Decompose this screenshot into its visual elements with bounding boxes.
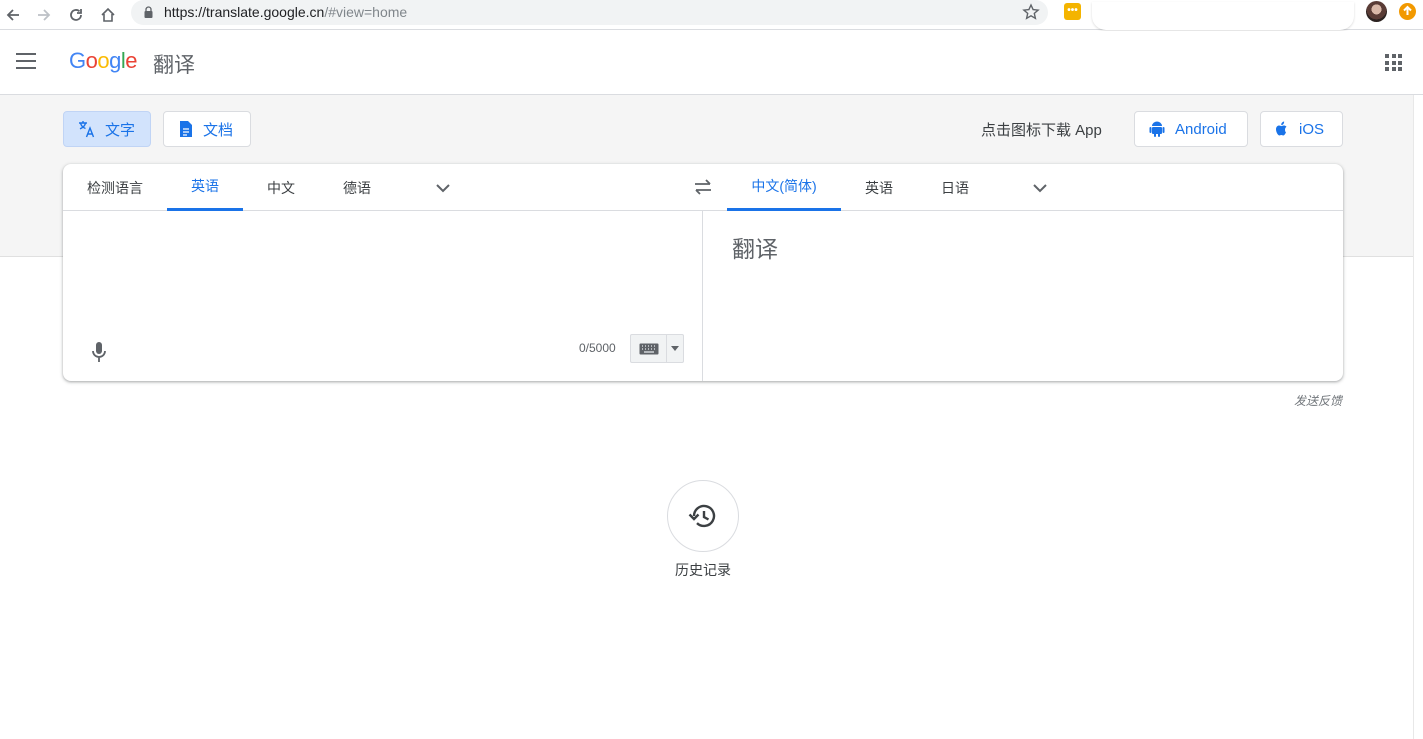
translation-placeholder: 翻译 <box>732 236 778 262</box>
tab-source-chinese[interactable]: 中文 <box>243 164 319 211</box>
language-bar: 检测语言 英语 中文 德语 中文(简体) 英语 日语 <box>63 164 1343 211</box>
apps-grid-icon[interactable] <box>1385 54 1402 71</box>
keyboard-icon[interactable] <box>631 335 667 362</box>
input-tools-button[interactable] <box>630 334 684 363</box>
pane-divider <box>702 211 703 381</box>
source-text-area[interactable] <box>63 212 702 332</box>
scrollbar[interactable] <box>1413 95 1423 739</box>
history-button[interactable] <box>667 480 739 552</box>
tab-source-german[interactable]: 德语 <box>319 164 395 211</box>
send-feedback-link[interactable]: 发送反馈 <box>1294 392 1342 409</box>
tab-source-english[interactable]: 英语 <box>167 164 243 211</box>
document-mode-button[interactable]: 文档 <box>163 111 251 147</box>
google-logo[interactable]: Google <box>69 48 138 74</box>
redacted-area <box>1092 2 1354 30</box>
swap-languages-icon[interactable] <box>693 178 713 196</box>
back-arrow-icon[interactable] <box>1 3 25 27</box>
document-mode-label: 文档 <box>203 121 234 139</box>
android-app-button[interactable]: Android <box>1134 111 1248 147</box>
extension-icon[interactable]: ••• <box>1064 3 1081 20</box>
tab-target-japanese[interactable]: 日语 <box>917 164 993 211</box>
reload-icon[interactable] <box>64 3 88 27</box>
character-counter: 0/5000 <box>579 341 616 355</box>
bookmark-star-icon[interactable] <box>1022 3 1040 21</box>
document-icon <box>180 121 192 137</box>
apple-icon <box>1276 121 1287 136</box>
history-icon <box>688 504 716 528</box>
android-icon <box>1149 121 1165 137</box>
translate-icon <box>79 121 95 138</box>
update-icon[interactable] <box>1399 3 1416 20</box>
microphone-icon[interactable] <box>91 341 107 363</box>
download-app-prompt: 点击图标下载 App <box>981 122 1102 139</box>
product-title: 翻译 <box>153 54 195 77</box>
tab-detect-language[interactable]: 检测语言 <box>63 164 167 211</box>
ios-label: iOS <box>1299 120 1325 138</box>
address-bar[interactable]: https://translate.google.cn/#view=home <box>131 0 1048 25</box>
ios-app-button[interactable]: iOS <box>1260 111 1343 147</box>
browser-toolbar: https://translate.google.cn/#view=home •… <box>0 0 1423 30</box>
text-mode-label: 文字 <box>105 121 136 139</box>
source-more-chevron-down-icon[interactable] <box>435 180 451 196</box>
translation-card: 检测语言 英语 中文 德语 中文(简体) 英语 日语 0/5000 翻译 <box>63 164 1343 381</box>
profile-avatar[interactable] <box>1366 1 1387 22</box>
android-label: Android <box>1175 120 1227 138</box>
forward-arrow-icon[interactable] <box>32 3 56 27</box>
history-label: 历史记录 <box>675 562 731 578</box>
target-more-chevron-down-icon[interactable] <box>1032 180 1048 196</box>
url-text: https://translate.google.cn/#view=home <box>164 4 408 20</box>
home-icon[interactable] <box>96 3 120 27</box>
app-header: Google 翻译 <box>0 31 1423 95</box>
input-tools-dropdown-icon[interactable] <box>667 335 683 362</box>
text-mode-button[interactable]: 文字 <box>63 111 151 147</box>
lock-icon <box>144 6 153 18</box>
tab-target-chinese-simplified[interactable]: 中文(简体) <box>727 164 841 211</box>
tab-target-english[interactable]: 英语 <box>841 164 917 211</box>
hamburger-menu-icon[interactable] <box>16 53 36 69</box>
